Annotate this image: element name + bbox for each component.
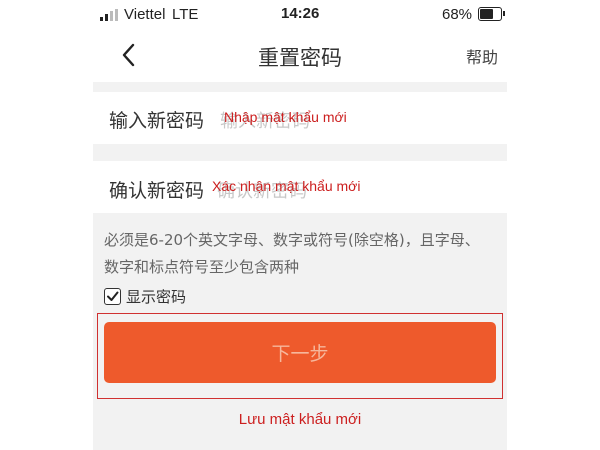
navigation-bar: 重置密码 帮助 xyxy=(0,30,600,82)
show-password-label: 显示密码 xyxy=(126,287,187,306)
status-bar: Viettel LTE 14:26 68% xyxy=(0,0,600,30)
new-password-row[interactable]: 输入新密码 输入新密码 Nhập mật khẩu mới xyxy=(93,92,507,144)
page-title: 重置密码 xyxy=(258,46,342,70)
show-password-toggle[interactable]: 显示密码 xyxy=(104,286,186,306)
password-rules-hint: 必须是6-20个英文字母、数字或符号(除空格)，且字母、 数字和标点符号至少包含… xyxy=(104,227,504,281)
next-button[interactable]: 下一步 xyxy=(104,322,496,383)
clock: 14:26 xyxy=(281,5,320,22)
network-label: LTE xyxy=(172,6,199,23)
hint-line-2: 数字和标点符号至少包含两种 xyxy=(104,258,300,276)
hint-line-1: 必须是6-20个英文字母、数字或符号(除空格)，且字母、 xyxy=(104,231,480,249)
battery-icon xyxy=(478,7,505,21)
new-password-label: 输入新密码 xyxy=(109,110,205,132)
signal-icon xyxy=(100,9,120,21)
confirm-password-label: 确认新密码 xyxy=(109,180,205,202)
new-password-annotation: Nhập mật khẩu mới xyxy=(224,109,347,125)
battery-percent: 68% xyxy=(442,6,473,23)
carrier-label: Viettel xyxy=(124,6,166,23)
confirm-password-row[interactable]: 确认新密码 确认新密码 Xác nhận mật khẩu mới xyxy=(93,161,507,213)
confirm-password-annotation: Xác nhận mật khẩu mới xyxy=(212,178,361,194)
checkbox-checked-icon[interactable] xyxy=(104,287,121,305)
help-link[interactable]: 帮助 xyxy=(466,44,498,68)
save-password-annotation: Lưu mật khẩu mới xyxy=(238,411,362,428)
